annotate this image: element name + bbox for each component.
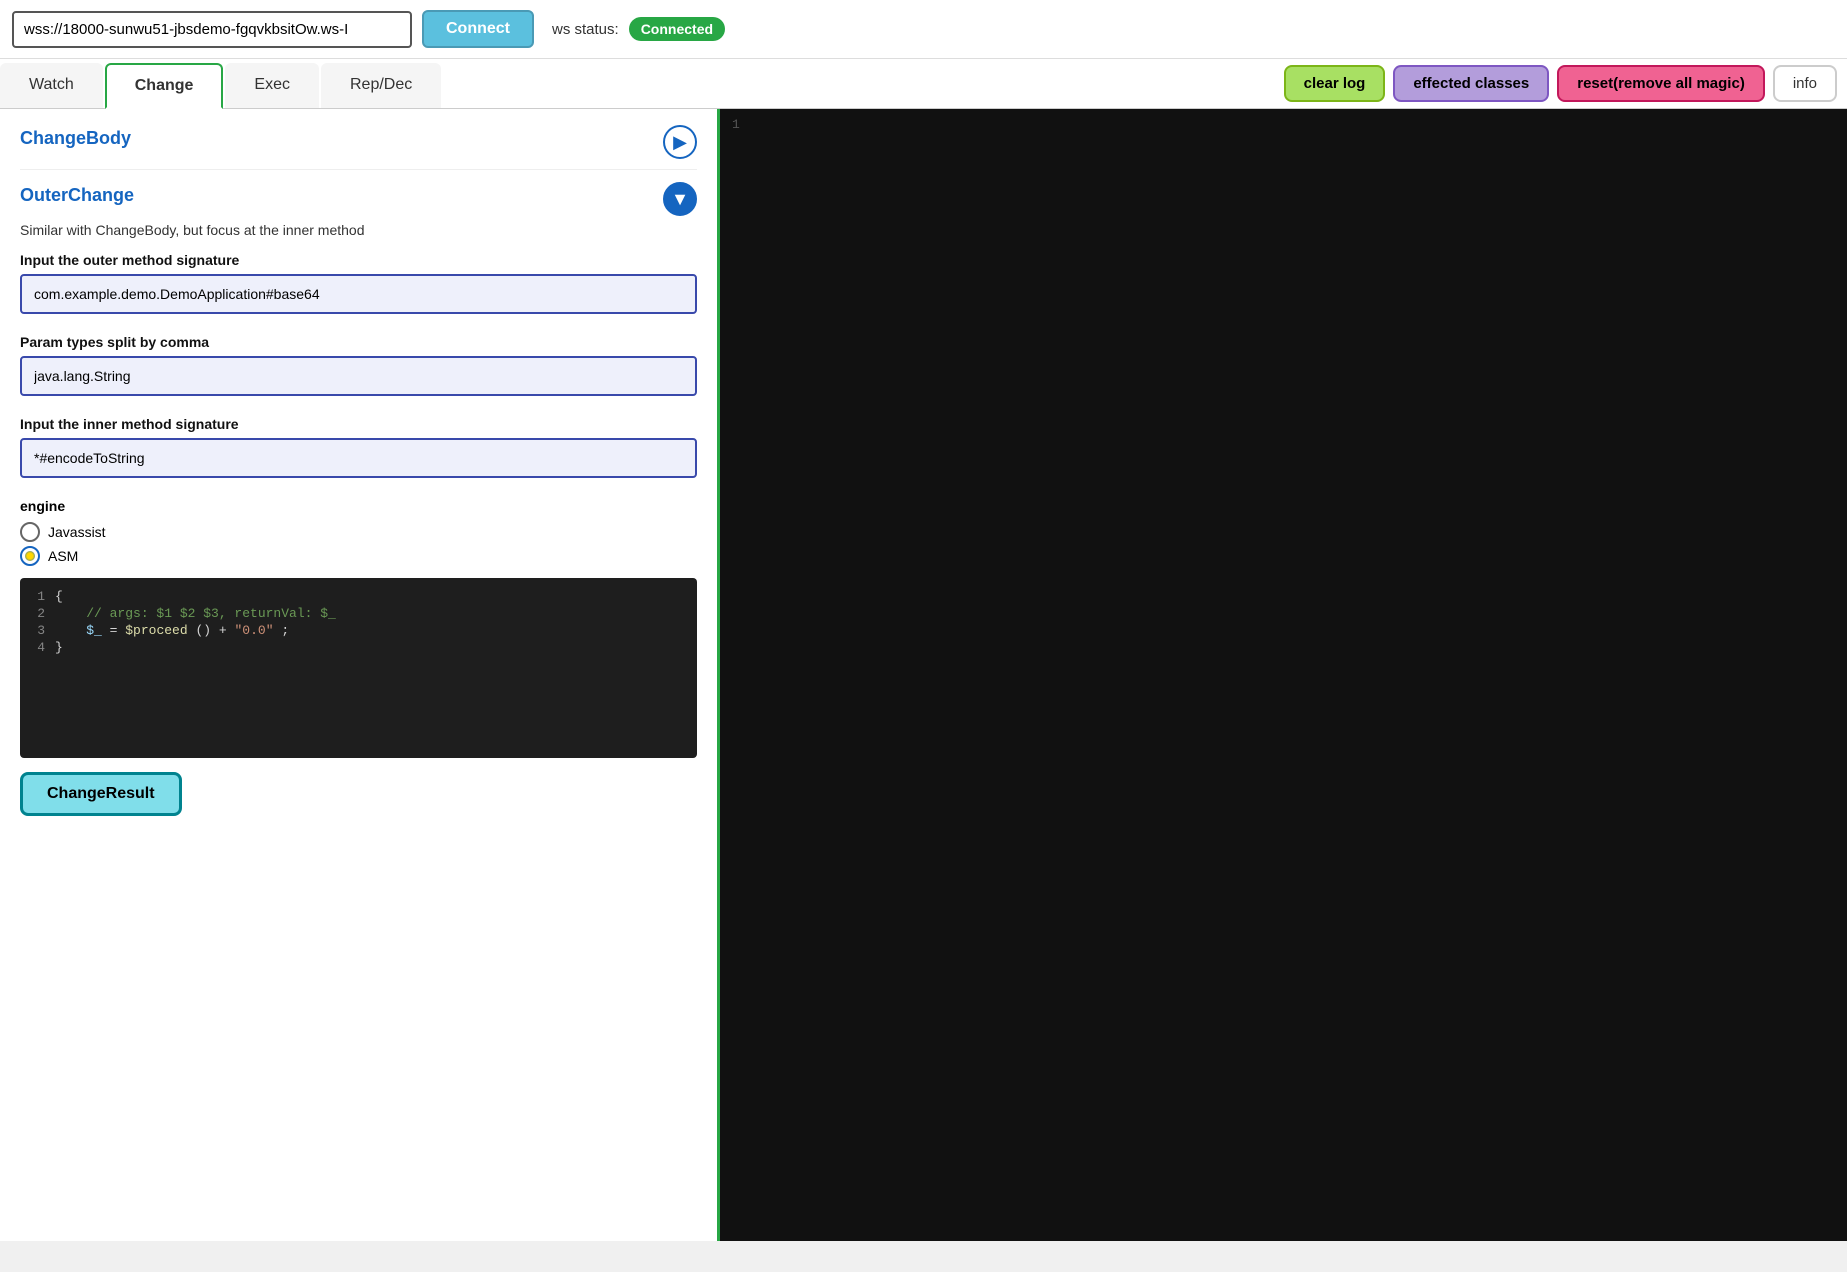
- ws-url-input[interactable]: [12, 11, 412, 48]
- outer-change-title: OuterChange: [20, 185, 134, 206]
- inner-method-label: Input the inner method signature: [20, 416, 697, 432]
- ws-status-label: ws status:: [552, 21, 619, 38]
- log-row-1: 1: [732, 117, 1835, 132]
- clear-log-button[interactable]: clear log: [1284, 65, 1386, 102]
- tab-change[interactable]: Change: [105, 63, 224, 109]
- engine-label: engine: [20, 498, 697, 514]
- outer-method-input[interactable]: [20, 274, 697, 314]
- code-line-4: 4 }: [20, 639, 697, 656]
- tab-exec[interactable]: Exec: [225, 63, 319, 108]
- engine-radio-group: Javassist ASM: [20, 522, 697, 566]
- code-line-3: 3 $_ = $proceed () + "0.0" ;: [20, 622, 697, 639]
- change-body-play-button[interactable]: ▶: [663, 125, 697, 159]
- status-badge: Connected: [629, 17, 725, 41]
- inner-method-input[interactable]: [20, 438, 697, 478]
- line-content-3: $_ = $proceed () + "0.0" ;: [55, 623, 697, 638]
- info-button[interactable]: info: [1773, 65, 1837, 102]
- outer-change-header: OuterChange ▼: [20, 182, 697, 216]
- change-result-button[interactable]: ChangeResult: [20, 772, 182, 816]
- outer-method-label: Input the outer method signature: [20, 252, 697, 268]
- line-num-1: 1: [20, 589, 55, 604]
- param-types-input[interactable]: [20, 356, 697, 396]
- line-content-2: // args: $1 $2 $3, returnVal: $_: [55, 606, 697, 621]
- code-line-2: 2 // args: $1 $2 $3, returnVal: $_: [20, 605, 697, 622]
- line-num-3: 3: [20, 623, 55, 638]
- param-types-label: Param types split by comma: [20, 334, 697, 350]
- outer-change-desc: Similar with ChangeBody, but focus at th…: [20, 222, 697, 238]
- tab-actions: clear log effected classes reset(remove …: [1274, 59, 1847, 108]
- tab-watch[interactable]: Watch: [0, 63, 103, 108]
- line-num-4: 4: [20, 640, 55, 655]
- asm-label: ASM: [48, 548, 78, 564]
- header-bar: Connect ws status: Connected: [0, 0, 1847, 59]
- main-layout: ChangeBody ▶ OuterChange ▼ Similar with …: [0, 109, 1847, 1241]
- outer-change-toggle-button[interactable]: ▼: [663, 182, 697, 216]
- tab-repdec[interactable]: Rep/Dec: [321, 63, 441, 108]
- tab-bar: Watch Change Exec Rep/Dec clear log effe…: [0, 59, 1847, 109]
- tab-list: Watch Change Exec Rep/Dec: [0, 63, 1274, 108]
- left-panel: ChangeBody ▶ OuterChange ▼ Similar with …: [0, 109, 720, 1241]
- line-content-1: {: [55, 589, 697, 604]
- line-num-2: 2: [20, 606, 55, 621]
- change-body-section: ChangeBody ▶: [20, 125, 697, 170]
- outer-change-section: OuterChange ▼ Similar with ChangeBody, b…: [20, 182, 697, 758]
- code-line-1: 1 {: [20, 588, 697, 605]
- asm-radio[interactable]: [20, 546, 40, 566]
- javassist-label: Javassist: [48, 524, 106, 540]
- change-body-title: ChangeBody: [20, 128, 131, 149]
- engine-javassist-option[interactable]: Javassist: [20, 522, 697, 542]
- reset-button[interactable]: reset(remove all magic): [1557, 65, 1765, 102]
- effected-classes-button[interactable]: effected classes: [1393, 65, 1549, 102]
- right-panel: 1: [720, 109, 1847, 1241]
- code-editor[interactable]: 1 { 2 // args: $1 $2 $3, returnVal: $_ 3…: [20, 578, 697, 758]
- log-line-num-1: 1: [732, 117, 740, 132]
- connect-button[interactable]: Connect: [422, 10, 534, 48]
- engine-asm-option[interactable]: ASM: [20, 546, 697, 566]
- javassist-radio[interactable]: [20, 522, 40, 542]
- line-content-4: }: [55, 640, 697, 655]
